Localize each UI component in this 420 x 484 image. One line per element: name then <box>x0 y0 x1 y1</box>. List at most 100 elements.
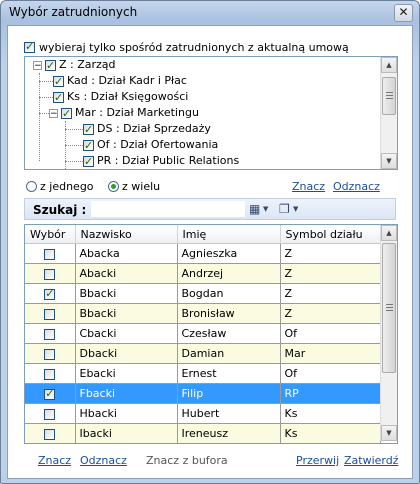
tree-node-checkbox[interactable] <box>45 58 56 74</box>
copy-icon[interactable]: ❐ <box>279 202 290 216</box>
surname-cell: Bbacki <box>75 283 178 304</box>
chevron-down-icon[interactable]: ▼ <box>293 202 298 216</box>
table-row[interactable]: Ibacki Ireneusz Ks <box>25 423 381 443</box>
grid-mark-link[interactable]: Znacz <box>38 454 71 467</box>
row-select-checkbox[interactable] <box>44 348 56 360</box>
tree-node-z[interactable]: − Z : Zarząd <box>33 57 116 74</box>
only-current-contract-checkbox-row[interactable]: wybieraj tylko spośród zatrudnionych z a… <box>24 40 349 54</box>
tree-node-label: PR : Dział Public Relations <box>97 154 240 167</box>
only-current-contract-checkbox[interactable] <box>24 40 35 53</box>
radio-multi-button[interactable] <box>108 180 119 192</box>
tree-node-checkbox[interactable] <box>53 74 64 90</box>
select-cell[interactable] <box>25 423 76 443</box>
surname-cell: Hbacki <box>75 403 178 424</box>
radio-single-button[interactable] <box>26 180 37 192</box>
table-row[interactable]: Cbacki Czesław Of <box>25 323 381 344</box>
select-cell[interactable] <box>25 303 76 324</box>
dialog-window: Wybór zatrudnionych ✕ wybieraj tylko spo… <box>0 0 420 484</box>
row-select-checkbox[interactable] <box>44 428 56 440</box>
tree-mark-link[interactable]: Znacz <box>292 180 325 193</box>
column-header-surname[interactable]: Nazwisko <box>75 225 178 244</box>
tree-node-mar[interactable]: − Mar : Dział Marketingu <box>49 105 199 122</box>
table-row[interactable]: Ebacki Ernest Of <box>25 363 381 384</box>
table-row[interactable]: Abacki Andrzej Z <box>25 263 381 284</box>
select-cell[interactable] <box>25 403 76 424</box>
name-cell: Damian <box>177 343 281 364</box>
tree-node-label: DS : Dział Sprzedaży <box>97 122 211 135</box>
cancel-link[interactable]: Przerwij <box>296 454 339 467</box>
scroll-down-arrow-icon[interactable]: ▼ <box>381 153 397 169</box>
scroll-up-arrow-icon[interactable]: ▲ <box>381 225 397 241</box>
tree-node-checkbox[interactable] <box>53 90 64 106</box>
select-cell[interactable] <box>25 243 76 264</box>
name-cell: Agnieszka <box>177 243 281 264</box>
scrollbar-thumb[interactable] <box>382 77 396 115</box>
select-cell[interactable] <box>25 343 76 364</box>
table-icon[interactable]: ▦ <box>249 202 260 216</box>
row-select-checkbox[interactable] <box>44 287 56 300</box>
department-tree[interactable]: − Z : Zarząd Kad : Dział Kadr i Płac Ks :… <box>24 56 398 170</box>
row-select-checkbox[interactable] <box>44 268 56 280</box>
title-bar[interactable]: Wybór zatrudnionych ✕ <box>1 1 419 23</box>
scroll-up-arrow-icon[interactable]: ▲ <box>381 57 397 73</box>
row-select-checkbox[interactable] <box>44 328 56 340</box>
table-row[interactable]: Hbacki Hubert Ks <box>25 403 381 424</box>
row-select-checkbox[interactable] <box>44 368 56 380</box>
dept-cell: Z <box>280 303 381 324</box>
confirm-link[interactable]: Zatwierdź <box>344 454 399 467</box>
radio-single[interactable]: z jednego <box>26 179 94 193</box>
table-row[interactable]: Dbacki Damian Mar <box>25 343 381 364</box>
search-label: Szukaj : <box>33 203 87 217</box>
employees-grid[interactable]: Wybór Nazwisko Imię Symbol działu Abacka… <box>24 224 398 444</box>
select-cell[interactable] <box>25 363 76 384</box>
scrollbar-thumb[interactable] <box>382 243 396 373</box>
tree-node-checkbox[interactable] <box>83 122 94 138</box>
surname-cell: Abacki <box>75 263 178 284</box>
close-icon: ✕ <box>398 5 409 19</box>
table-row[interactable]: Bbacki Bronisław Z <box>25 303 381 324</box>
chevron-down-icon[interactable]: ▼ <box>263 202 268 216</box>
select-cell[interactable] <box>25 323 76 344</box>
collapse-icon[interactable]: − <box>49 108 58 118</box>
radio-multi[interactable]: z wielu <box>108 179 160 193</box>
column-header-dept[interactable]: Symbol działu <box>280 225 381 244</box>
dept-cell: Mar <box>280 343 381 364</box>
tree-node-checkbox[interactable] <box>61 106 72 122</box>
tree-node-pr[interactable]: PR : Dział Public Relations <box>83 153 239 169</box>
grid-unmark-link[interactable]: Odznacz <box>80 454 127 467</box>
tree-node-ds[interactable]: DS : Dział Sprzedaży <box>83 121 211 138</box>
table-row[interactable]: FbackiFilipRP <box>25 383 381 404</box>
table-row[interactable]: BbackiBogdanZ <box>25 283 381 304</box>
column-header-select[interactable]: Wybór <box>25 225 76 244</box>
tree-line <box>39 73 40 161</box>
row-select-checkbox[interactable] <box>44 408 56 420</box>
grip-line <box>386 310 393 311</box>
tree-scrollbar[interactable]: ▲ ▼ <box>380 57 397 169</box>
collapse-icon[interactable]: − <box>33 60 42 70</box>
tree-node-checkbox[interactable] <box>83 138 94 154</box>
row-select-checkbox[interactable] <box>44 248 56 260</box>
select-cell[interactable] <box>25 283 76 304</box>
close-button[interactable]: ✕ <box>394 4 413 22</box>
tree-node-ks[interactable]: Ks : Dział Księgowości <box>53 89 188 106</box>
row-select-checkbox[interactable] <box>44 387 56 400</box>
select-cell[interactable] <box>25 383 76 404</box>
scroll-down-arrow-icon[interactable]: ▼ <box>381 425 397 441</box>
grid-scrollbar[interactable]: ▲ ▼ <box>380 225 397 441</box>
tree-node-of[interactable]: Of : Dział Ofertowania <box>83 137 218 154</box>
table-row[interactable]: Abacka Agnieszka Z <box>25 243 381 264</box>
search-input[interactable] <box>91 201 245 217</box>
tree-node-checkbox[interactable] <box>83 154 94 169</box>
select-cell[interactable] <box>25 263 76 284</box>
mark-from-buffer-link[interactable]: Znacz z bufora <box>146 454 228 467</box>
surname-cell: Cbacki <box>75 323 178 344</box>
dept-cell: Z <box>280 263 381 284</box>
tree-node-kad[interactable]: Kad : Dział Kadr i Płac <box>53 73 187 90</box>
tree-unmark-link[interactable]: Odznacz <box>333 180 380 193</box>
tree-line <box>39 113 49 114</box>
surname-cell: Ebacki <box>75 363 178 384</box>
column-header-name[interactable]: Imię <box>177 225 281 244</box>
employees-table: Wybór Nazwisko Imię Symbol działu Abacka… <box>25 225 381 443</box>
grip-line <box>386 98 393 99</box>
row-select-checkbox[interactable] <box>44 308 56 320</box>
